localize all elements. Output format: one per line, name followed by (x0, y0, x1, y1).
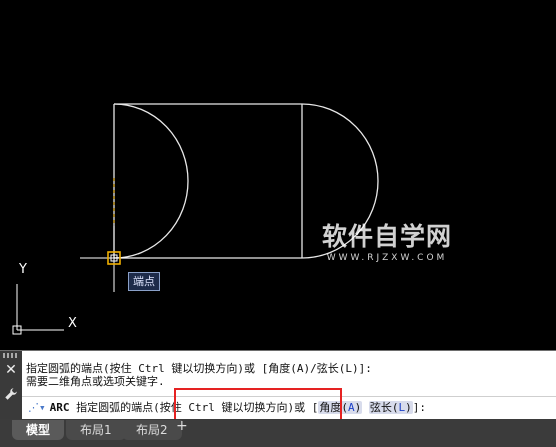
wrench-icon[interactable] (4, 387, 18, 401)
command-history: 指定圆弧的端点(按住 Ctrl 键以切换方向)或 [角度(A)/弦长(L)]: 需… (26, 362, 372, 388)
tab-layout2[interactable]: 布局2 (122, 420, 182, 440)
recent-commands-icon[interactable]: ⋰▾ (28, 397, 46, 419)
drawing-canvas[interactable]: Y X 端点 软件自学网 WWW.RJZXW.COM (0, 0, 556, 347)
option-chord[interactable]: 弦长(L) (368, 401, 413, 414)
add-layout-button[interactable]: + (176, 418, 188, 434)
watermark: 软件自学网 WWW.RJZXW.COM (312, 222, 462, 264)
command-name: ARC (49, 401, 70, 414)
snap-tooltip: 端点 (128, 272, 160, 291)
watermark-url: WWW.RJZXW.COM (326, 253, 448, 263)
prompt-end: ]: (412, 401, 426, 414)
history-line-2: 需要二维角点或选项关键字. (26, 375, 165, 388)
drawing-geometry[interactable] (0, 0, 556, 347)
tab-layout1[interactable]: 布局1 (66, 420, 126, 440)
history-line-1: 指定圆弧的端点(按住 Ctrl 键以切换方向)或 [角度(A)/弦长(L)]: (26, 362, 372, 375)
grip-handle[interactable] (3, 353, 19, 358)
left-arc (113, 103, 189, 259)
layout-tab-bar: 模型 布局1 布局2 + (0, 418, 556, 447)
ucs-y-label: Y (19, 262, 27, 277)
tab-model[interactable]: 模型 (12, 420, 65, 440)
ucs-x-label: X (68, 316, 77, 331)
ucs-icon (12, 284, 64, 335)
close-icon[interactable]: ✕ (4, 363, 18, 377)
watermark-text: 软件自学网 (321, 222, 452, 251)
highlight-annotation-box (174, 388, 342, 422)
command-line-sidebar: ✕ (0, 351, 22, 420)
